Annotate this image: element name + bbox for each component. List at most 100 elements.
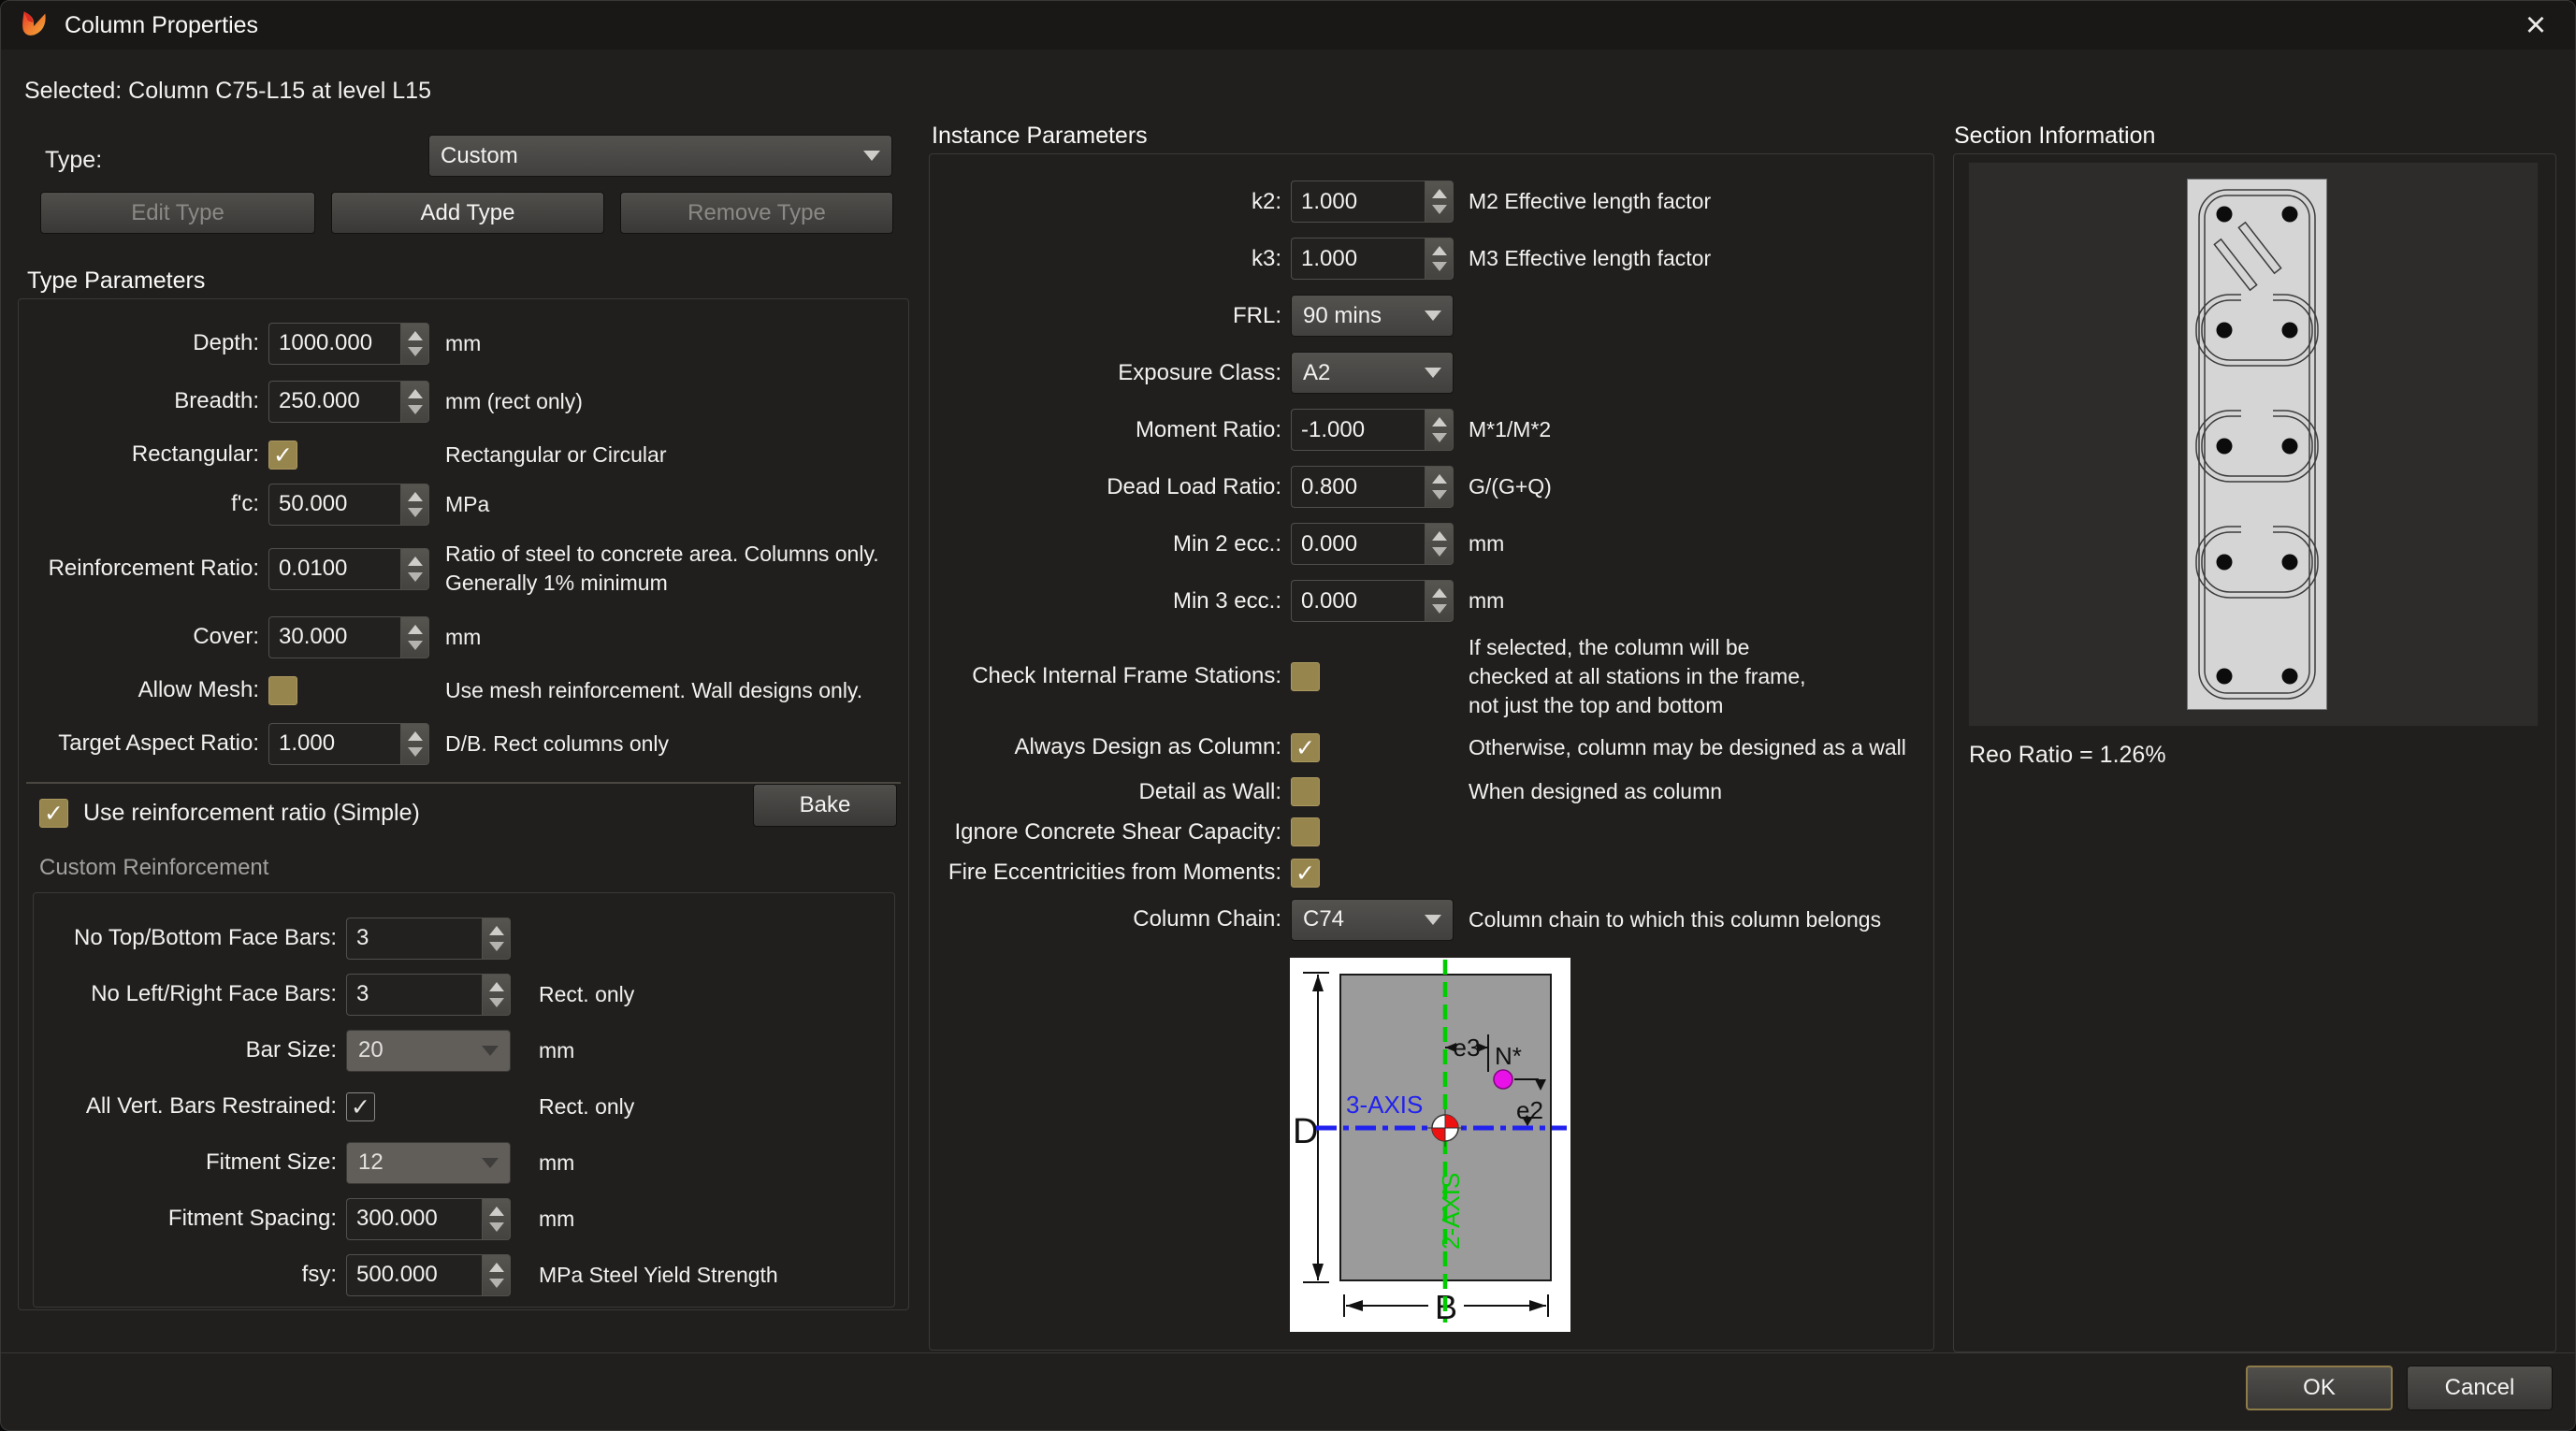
fitment-spacing-spinner[interactable] (482, 1198, 511, 1240)
column-chain-dropdown[interactable]: C74 (1291, 899, 1454, 941)
bar-size-unit: mm (539, 1038, 574, 1063)
fire-ecc-checkbox[interactable]: ✓ (1291, 859, 1320, 888)
fitment-spacing-input[interactable]: 300.000 (346, 1198, 511, 1240)
spin-up-icon[interactable] (1432, 588, 1447, 598)
dead-load-spinner[interactable] (1425, 466, 1454, 508)
exposure-class-dropdown[interactable]: A2 (1291, 352, 1454, 394)
spin-up-icon[interactable] (408, 389, 423, 398)
fc-row: f'c: 50.000 MPa (19, 479, 908, 529)
spin-up-icon[interactable] (1432, 474, 1447, 484)
spin-down-icon[interactable] (1432, 205, 1447, 214)
reinf-ratio-spinner[interactable] (400, 548, 429, 590)
cover-spinner[interactable] (400, 616, 429, 658)
k2-input[interactable]: 1.000 (1291, 181, 1454, 223)
titlebar: Column Properties × (1, 1, 2575, 50)
k3-spinner[interactable] (1425, 238, 1454, 280)
spin-down-icon[interactable] (489, 1279, 504, 1288)
load-point (1494, 1070, 1512, 1089)
close-icon[interactable]: × (2513, 7, 2558, 43)
spin-down-icon[interactable] (489, 942, 504, 951)
spin-up-icon[interactable] (408, 492, 423, 501)
tb-bars-input[interactable]: 3 (346, 918, 511, 960)
fsy-input[interactable]: 500.000 (346, 1254, 511, 1296)
spin-up-icon[interactable] (1432, 189, 1447, 198)
min2-ecc-spinner[interactable] (1425, 523, 1454, 565)
fsy-spinner[interactable] (482, 1254, 511, 1296)
spin-up-icon[interactable] (489, 926, 504, 935)
spin-down-icon[interactable] (1432, 433, 1447, 442)
k2-spinner[interactable] (1425, 181, 1454, 223)
spin-up-icon[interactable] (1432, 417, 1447, 426)
spin-up-icon[interactable] (489, 1207, 504, 1216)
spin-up-icon[interactable] (1432, 531, 1447, 541)
ok-button[interactable]: OK (2246, 1366, 2393, 1410)
type-dropdown[interactable]: Custom (428, 135, 892, 177)
spin-up-icon[interactable] (489, 982, 504, 991)
depth-spinner[interactable] (400, 323, 429, 365)
bar-size-dropdown[interactable]: 20 (346, 1030, 511, 1072)
add-type-button[interactable]: Add Type (331, 192, 604, 234)
edit-type-button[interactable]: Edit Type (40, 192, 315, 234)
target-aspect-spinner[interactable] (400, 723, 429, 765)
spin-down-icon[interactable] (408, 508, 423, 517)
moment-ratio-input[interactable]: -1.000 (1291, 409, 1454, 451)
bake-button[interactable]: Bake (753, 784, 897, 827)
spin-down-icon[interactable] (408, 405, 423, 414)
breadth-input[interactable]: 250.000 (268, 381, 429, 423)
fsy-desc: MPa Steel Yield Strength (539, 1263, 778, 1288)
depth-unit: mm (445, 331, 481, 356)
check-internal-checkbox[interactable] (1291, 662, 1320, 691)
min3-ecc-input[interactable]: 0.000 (1291, 580, 1454, 622)
spin-down-icon[interactable] (1432, 604, 1447, 614)
lr-bars-input[interactable]: 3 (346, 974, 511, 1016)
spin-down-icon[interactable] (1432, 547, 1447, 556)
remove-type-button[interactable]: Remove Type (620, 192, 893, 234)
detail-wall-checkbox[interactable] (1291, 777, 1320, 806)
reinf-ratio-input[interactable]: 0.0100 (268, 548, 429, 590)
spin-down-icon[interactable] (489, 998, 504, 1007)
spin-down-icon[interactable] (1432, 490, 1447, 499)
spin-up-icon[interactable] (408, 331, 423, 340)
spin-up-icon[interactable] (1432, 246, 1447, 255)
use-reinforcement-checkbox[interactable]: ✓ (39, 799, 68, 828)
min3-ecc-label: Min 3 ecc.: (1173, 588, 1281, 614)
spin-up-icon[interactable] (408, 731, 423, 741)
breadth-spinner[interactable] (400, 381, 429, 423)
target-aspect-label: Target Aspect Ratio: (58, 730, 259, 757)
spin-down-icon[interactable] (408, 641, 423, 650)
fitment-spacing-row: Fitment Spacing: 300.000 mm (34, 1191, 894, 1247)
fc-spinner[interactable] (400, 484, 429, 526)
spin-down-icon[interactable] (1432, 262, 1447, 271)
ignore-shear-checkbox[interactable] (1291, 817, 1320, 846)
always-column-checkbox[interactable]: ✓ (1291, 733, 1320, 762)
vert-restrained-row: All Vert. Bars Restrained: ✓ Rect. only (34, 1078, 894, 1135)
cancel-button[interactable]: Cancel (2407, 1366, 2553, 1410)
spin-down-icon[interactable] (408, 572, 423, 582)
target-aspect-input[interactable]: 1.000 (268, 723, 429, 765)
dead-load-input[interactable]: 0.800 (1291, 466, 1454, 508)
min2-ecc-input[interactable]: 0.000 (1291, 523, 1454, 565)
tb-bars-spinner[interactable] (482, 918, 511, 960)
spin-down-icon[interactable] (489, 1222, 504, 1232)
spin-up-icon[interactable] (408, 625, 423, 634)
rectangular-checkbox[interactable]: ✓ (268, 441, 297, 470)
spin-up-icon[interactable] (408, 556, 423, 566)
lr-bars-spinner[interactable] (482, 974, 511, 1016)
lr-bars-desc: Rect. only (539, 982, 634, 1007)
fitment-size-dropdown[interactable]: 12 (346, 1142, 511, 1184)
spin-down-icon[interactable] (408, 347, 423, 356)
vert-restrained-checkbox[interactable]: ✓ (346, 1092, 375, 1121)
depth-input[interactable]: 1000.000 (268, 323, 429, 365)
min3-ecc-spinner[interactable] (1425, 580, 1454, 622)
allow-mesh-checkbox[interactable] (268, 676, 297, 705)
k3-input[interactable]: 1.000 (1291, 238, 1454, 280)
frl-dropdown[interactable]: 90 mins (1291, 295, 1454, 337)
spin-up-icon[interactable] (489, 1263, 504, 1272)
moment-ratio-row: Moment Ratio: -1.000 M*1/M*2 (930, 401, 1933, 458)
cover-row: Cover: 30.000 mm (19, 608, 908, 666)
vert-restrained-label: All Vert. Bars Restrained: (86, 1093, 337, 1120)
fc-input[interactable]: 50.000 (268, 484, 429, 526)
spin-down-icon[interactable] (408, 747, 423, 757)
moment-ratio-spinner[interactable] (1425, 409, 1454, 451)
cover-input[interactable]: 30.000 (268, 616, 429, 658)
